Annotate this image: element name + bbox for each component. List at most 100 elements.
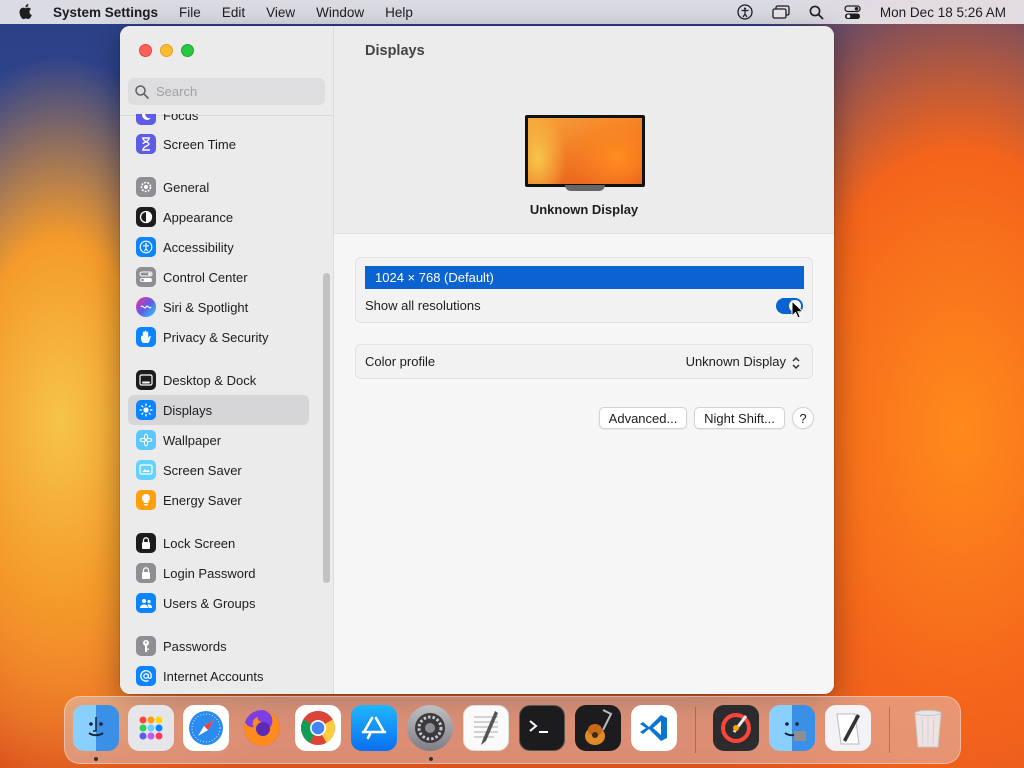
sidebar-item-label: Control Center bbox=[163, 269, 248, 285]
sidebar-item-wallpaper[interactable]: Wallpaper bbox=[128, 425, 309, 455]
chevron-up-down-icon[interactable] bbox=[791, 355, 801, 371]
sidebar-item-label: Screen Saver bbox=[163, 462, 242, 478]
firefox-icon[interactable] bbox=[239, 705, 285, 751]
system-settings-window: Search Focus Screen Time General Appeara… bbox=[120, 26, 834, 694]
sidebar-item-accessibility[interactable]: Accessibility bbox=[128, 232, 309, 262]
system-settings-running-indicator bbox=[429, 757, 433, 761]
sidebar-item-label: Siri & Spotlight bbox=[163, 299, 249, 315]
dock-icon bbox=[136, 370, 156, 390]
help-button[interactable]: ? bbox=[792, 407, 814, 429]
dock-separator bbox=[889, 707, 890, 753]
control-center-icon bbox=[136, 267, 156, 287]
sidebar-item-internet-accounts[interactable]: Internet Accounts bbox=[128, 661, 309, 691]
sidebar-scrollbar[interactable] bbox=[323, 273, 330, 583]
system-settings-icon[interactable] bbox=[407, 705, 453, 751]
sidebar-item-login-password[interactable]: Login Password bbox=[128, 558, 309, 588]
padlock-icon bbox=[136, 563, 156, 583]
resolution-option-selected[interactable]: 1024 × 768 (Default) bbox=[365, 266, 804, 289]
vscode-icon[interactable] bbox=[631, 705, 677, 751]
search-placeholder: Search bbox=[156, 84, 198, 99]
chrome-icon[interactable] bbox=[295, 705, 341, 751]
displays-pane: Displays Unknown Display 1024 × 768 (Def… bbox=[334, 26, 834, 694]
sidebar-item-displays[interactable]: Displays bbox=[128, 395, 309, 425]
dock-separator bbox=[695, 707, 696, 753]
menu-help[interactable]: Help bbox=[385, 5, 413, 20]
minimize-button[interactable] bbox=[160, 44, 173, 57]
textedit-icon[interactable] bbox=[463, 705, 509, 751]
display-screen bbox=[525, 115, 645, 187]
sidebar-item-screen-time[interactable]: Screen Time bbox=[128, 129, 309, 159]
accessibility-status-icon[interactable] bbox=[736, 3, 754, 21]
sidebar-item-passwords[interactable]: Passwords bbox=[128, 631, 309, 661]
night-shift-button[interactable]: Night Shift... bbox=[694, 407, 785, 429]
sidebar-item-label: Energy Saver bbox=[163, 492, 242, 508]
sidebar-list: Focus Screen Time General Appearance Acc… bbox=[128, 114, 318, 694]
sidebar-item-label: Lock Screen bbox=[163, 535, 236, 551]
sidebar-item-label: Login Password bbox=[163, 565, 256, 581]
lock-icon bbox=[136, 533, 156, 553]
sidebar-item-siri-spotlight[interactable]: Siri & Spotlight bbox=[128, 292, 309, 322]
sidebar-item-lock-screen[interactable]: Lock Screen bbox=[128, 528, 309, 558]
trash-icon[interactable] bbox=[905, 705, 951, 751]
apple-menu-icon[interactable] bbox=[17, 3, 35, 21]
garageband-icon[interactable] bbox=[575, 705, 621, 751]
search-field[interactable]: Search bbox=[128, 78, 325, 105]
sidebar-item-label: Users & Groups bbox=[163, 595, 256, 611]
sidebar-item-general[interactable]: General bbox=[128, 172, 309, 202]
menu-view[interactable]: View bbox=[266, 5, 295, 20]
sidebar-item-appearance[interactable]: Appearance bbox=[128, 202, 309, 232]
display-stand bbox=[565, 185, 605, 191]
close-button[interactable] bbox=[139, 44, 152, 57]
terminal-icon[interactable] bbox=[519, 705, 565, 751]
sidebar-item-control-center[interactable]: Control Center bbox=[128, 262, 309, 292]
display-thumbnail[interactable] bbox=[525, 115, 645, 191]
sidebar-item-label: Displays bbox=[163, 402, 213, 418]
sidebar-item-label: Desktop & Dock bbox=[163, 372, 257, 388]
sidebar-item-label: Focus bbox=[163, 114, 199, 123]
mouse-cursor-icon bbox=[791, 300, 805, 319]
control-center-icon[interactable] bbox=[844, 3, 862, 21]
window-controls bbox=[139, 44, 194, 57]
zoom-button[interactable] bbox=[181, 44, 194, 57]
advanced-button[interactable]: Advanced... bbox=[599, 407, 687, 429]
at-icon bbox=[136, 666, 156, 686]
flower-icon bbox=[136, 430, 156, 450]
menu-app-name[interactable]: System Settings bbox=[53, 5, 158, 20]
spotlight-search-icon[interactable] bbox=[808, 3, 826, 21]
appearance-icon bbox=[136, 207, 156, 227]
sidebar-item-label: Passwords bbox=[163, 638, 227, 654]
hourglass-icon bbox=[136, 134, 156, 154]
page-title: Displays bbox=[365, 43, 425, 59]
hand-icon bbox=[136, 327, 156, 347]
dock bbox=[64, 696, 961, 764]
menu-window[interactable]: Window bbox=[316, 5, 364, 20]
sidebar-item-focus[interactable]: Focus bbox=[128, 114, 309, 130]
finder-icon[interactable] bbox=[73, 705, 119, 751]
app-store-icon[interactable] bbox=[351, 705, 397, 751]
display-name-label: Unknown Display bbox=[529, 202, 639, 217]
screen-mirroring-icon[interactable] bbox=[772, 3, 790, 21]
sidebar-item-energy-saver[interactable]: Energy Saver bbox=[128, 485, 309, 515]
accessibility-icon bbox=[136, 237, 156, 257]
gear-icon bbox=[136, 177, 156, 197]
key-icon bbox=[136, 636, 156, 656]
menu-edit[interactable]: Edit bbox=[222, 5, 245, 20]
menu-file[interactable]: File bbox=[179, 5, 201, 20]
sidebar-item-desktop-dock[interactable]: Desktop & Dock bbox=[128, 365, 309, 395]
sidebar-item-users-groups[interactable]: Users & Groups bbox=[128, 588, 309, 618]
sidebar-item-screen-saver[interactable]: Screen Saver bbox=[128, 455, 309, 485]
sidebar-item-privacy-security[interactable]: Privacy & Security bbox=[128, 322, 309, 352]
menu-clock[interactable]: Mon Dec 18 5:26 AM bbox=[880, 5, 1006, 20]
sidebar-item-label: General bbox=[163, 179, 210, 195]
search-icon bbox=[135, 84, 149, 99]
sidebar-item-label: Internet Accounts bbox=[163, 668, 264, 684]
script-editor-icon[interactable] bbox=[825, 705, 871, 751]
launchpad-icon[interactable] bbox=[128, 705, 174, 751]
color-profile-popup[interactable]: Unknown Display bbox=[686, 354, 786, 369]
sidebar-item-label: Screen Time bbox=[163, 136, 236, 152]
display-preview-area: Displays Unknown Display bbox=[334, 26, 834, 234]
safari-icon[interactable] bbox=[183, 705, 229, 751]
migration-assistant-icon[interactable] bbox=[769, 705, 815, 751]
instruments-icon[interactable] bbox=[713, 705, 759, 751]
sidebar-item-label: Accessibility bbox=[163, 239, 234, 255]
